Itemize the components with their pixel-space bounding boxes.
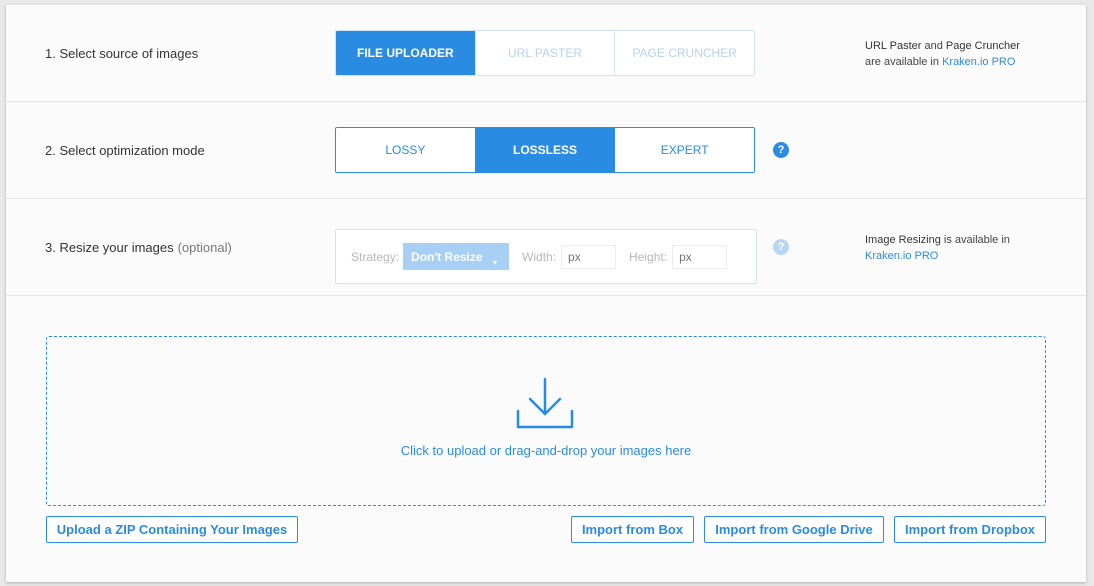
strategy-value: Don't Resize bbox=[411, 249, 483, 264]
tab-url-paster[interactable]: URL PASTER bbox=[474, 31, 615, 75]
resize-optional-text: (optional) bbox=[177, 240, 232, 255]
source-selector: FILE UPLOADER URL PASTER PAGE CRUNCHER bbox=[335, 30, 755, 76]
height-input[interactable] bbox=[672, 244, 728, 269]
download-icon bbox=[516, 377, 574, 429]
note-available-in: is available in bbox=[940, 233, 1010, 246]
note-url-paster: URL Paster bbox=[865, 39, 922, 52]
resize-label: 3. Resize your images (optional) bbox=[45, 199, 232, 296]
kraken-pro-link[interactable]: Kraken.io PRO bbox=[942, 56, 1015, 68]
source-row: 1. Select source of images FILE UPLOADER… bbox=[6, 5, 1086, 102]
mode-label: 2. Select optimization mode bbox=[45, 143, 205, 158]
strategy-label: Strategy: bbox=[351, 249, 400, 264]
resize-help-icon[interactable]: ? bbox=[773, 239, 789, 255]
source-label: 1. Select source of images bbox=[45, 46, 199, 61]
tab-file-uploader[interactable]: FILE UPLOADER bbox=[336, 31, 475, 75]
tab-expert[interactable]: EXPERT bbox=[614, 128, 754, 172]
note-image-resizing: Image Resizing bbox=[865, 233, 941, 246]
optimizer-panel: 1. Select source of images FILE UPLOADER… bbox=[6, 5, 1086, 582]
import-google-drive-button[interactable]: Import from Google Drive bbox=[704, 516, 884, 543]
strategy-select[interactable]: Don't Resize ▾ bbox=[403, 243, 510, 270]
import-dropbox-button[interactable]: Import from Dropbox bbox=[894, 516, 1046, 543]
mode-selector: LOSSY LOSSLESS EXPERT bbox=[335, 127, 755, 173]
width-label: Width: bbox=[522, 249, 557, 264]
width-input[interactable] bbox=[561, 244, 617, 269]
mode-row: 2. Select optimization mode LOSSY LOSSLE… bbox=[6, 102, 1086, 199]
note-available: are available in bbox=[865, 55, 943, 68]
tab-lossless[interactable]: LOSSLESS bbox=[474, 128, 615, 172]
resize-pro-note: Image Resizing is available in Kraken.io… bbox=[865, 199, 1010, 296]
upload-zip-button[interactable]: Upload a ZIP Containing Your Images bbox=[46, 516, 298, 543]
note-and: and bbox=[921, 39, 946, 52]
tab-page-cruncher[interactable]: PAGE CRUNCHER bbox=[614, 31, 754, 75]
tab-lossy[interactable]: LOSSY bbox=[336, 128, 475, 172]
resize-controls: Strategy: Don't Resize ▾ Width: Height: bbox=[335, 229, 757, 284]
resize-label-text: 3. Resize your images bbox=[45, 240, 174, 255]
resize-row: 3. Resize your images (optional) Strateg… bbox=[6, 199, 1086, 296]
mode-help-icon[interactable]: ? bbox=[773, 142, 789, 158]
height-label: Height: bbox=[629, 249, 668, 264]
dropzone-text: Click to upload or drag-and-drop your im… bbox=[400, 443, 692, 458]
kraken-pro-link-resize[interactable]: Kraken.io PRO bbox=[865, 250, 938, 262]
import-box-button[interactable]: Import from Box bbox=[571, 516, 694, 543]
upload-dropzone[interactable]: Click to upload or drag-and-drop your im… bbox=[46, 336, 1046, 506]
note-page-cruncher: Page Cruncher bbox=[945, 39, 1020, 52]
source-pro-note: URL Paster and Page Cruncher are availab… bbox=[865, 5, 1020, 102]
chevron-down-icon: ▾ bbox=[493, 258, 498, 267]
